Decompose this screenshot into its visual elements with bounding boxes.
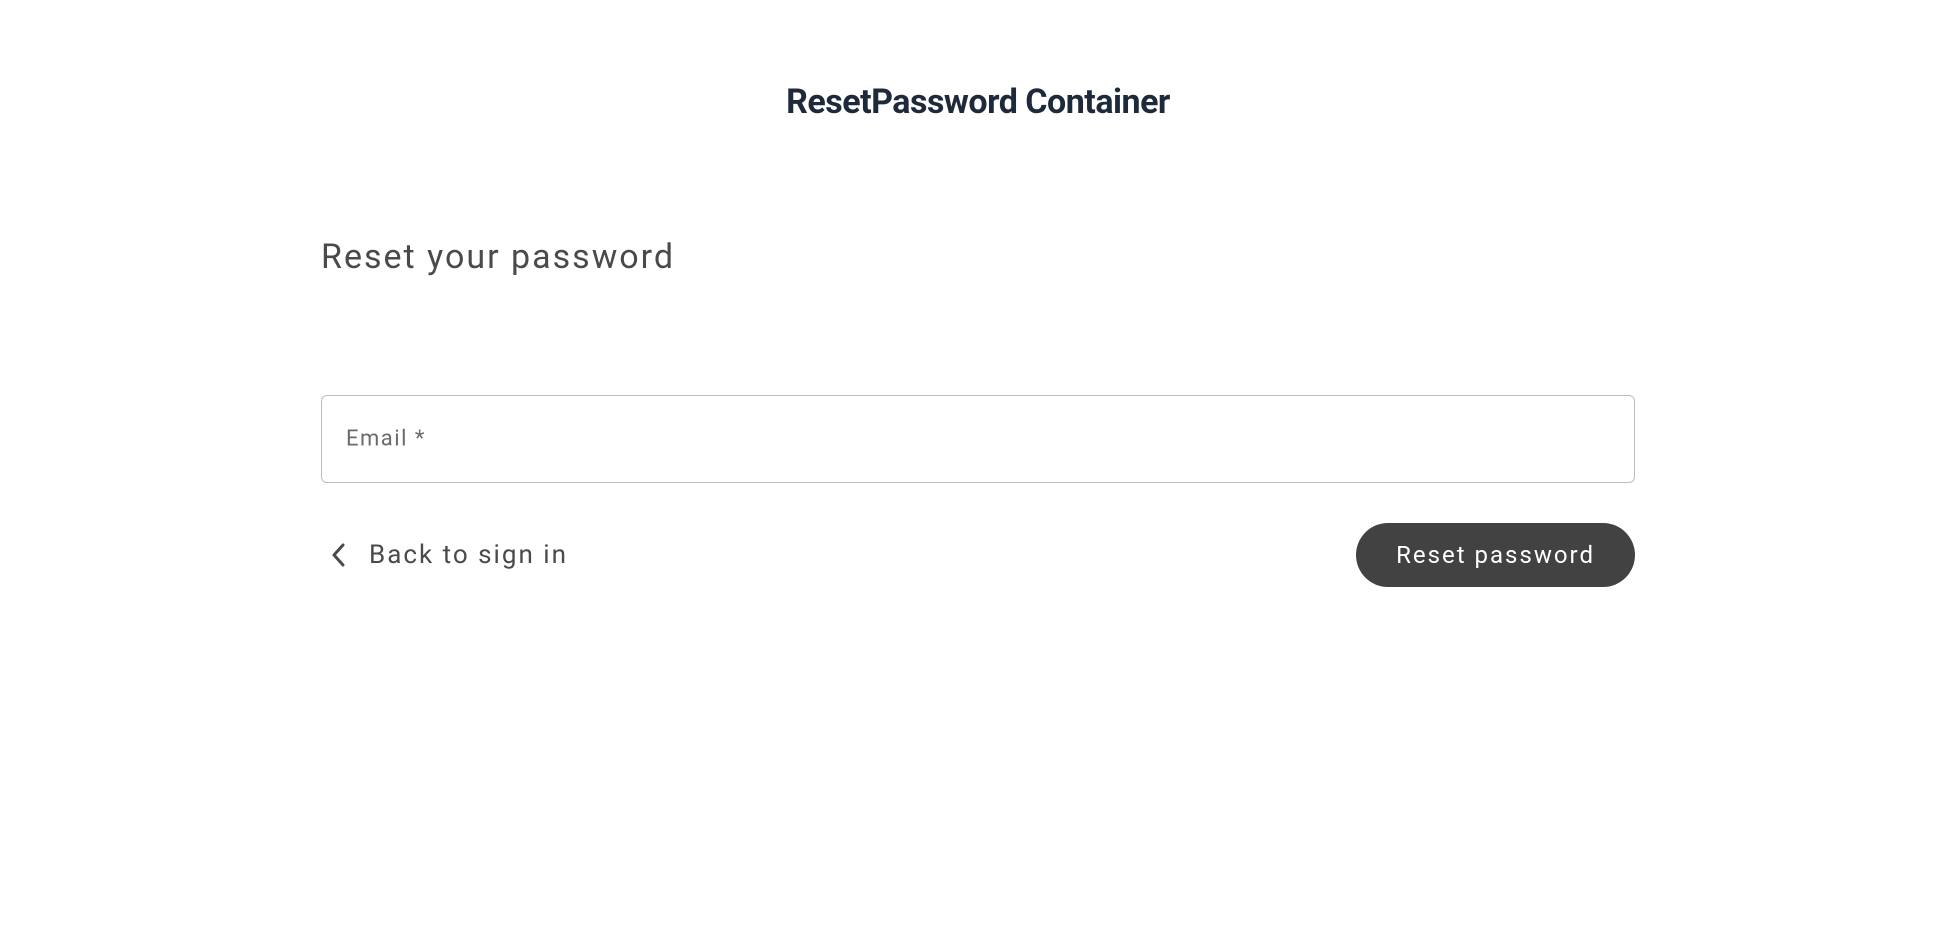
page-title: ResetPassword Container [0, 0, 1956, 122]
actions-row: Back to sign in Reset password [321, 523, 1635, 587]
email-field[interactable] [321, 395, 1635, 483]
reset-password-button[interactable]: Reset password [1356, 523, 1635, 587]
back-link-label: Back to sign in [369, 540, 568, 570]
back-to-signin-link[interactable]: Back to sign in [321, 540, 568, 570]
email-input-wrapper: Email * [321, 395, 1635, 483]
form-heading: Reset your password [321, 237, 1635, 277]
reset-password-container: Reset your password Email * Back to sign… [321, 122, 1635, 587]
chevron-left-icon [331, 543, 345, 567]
